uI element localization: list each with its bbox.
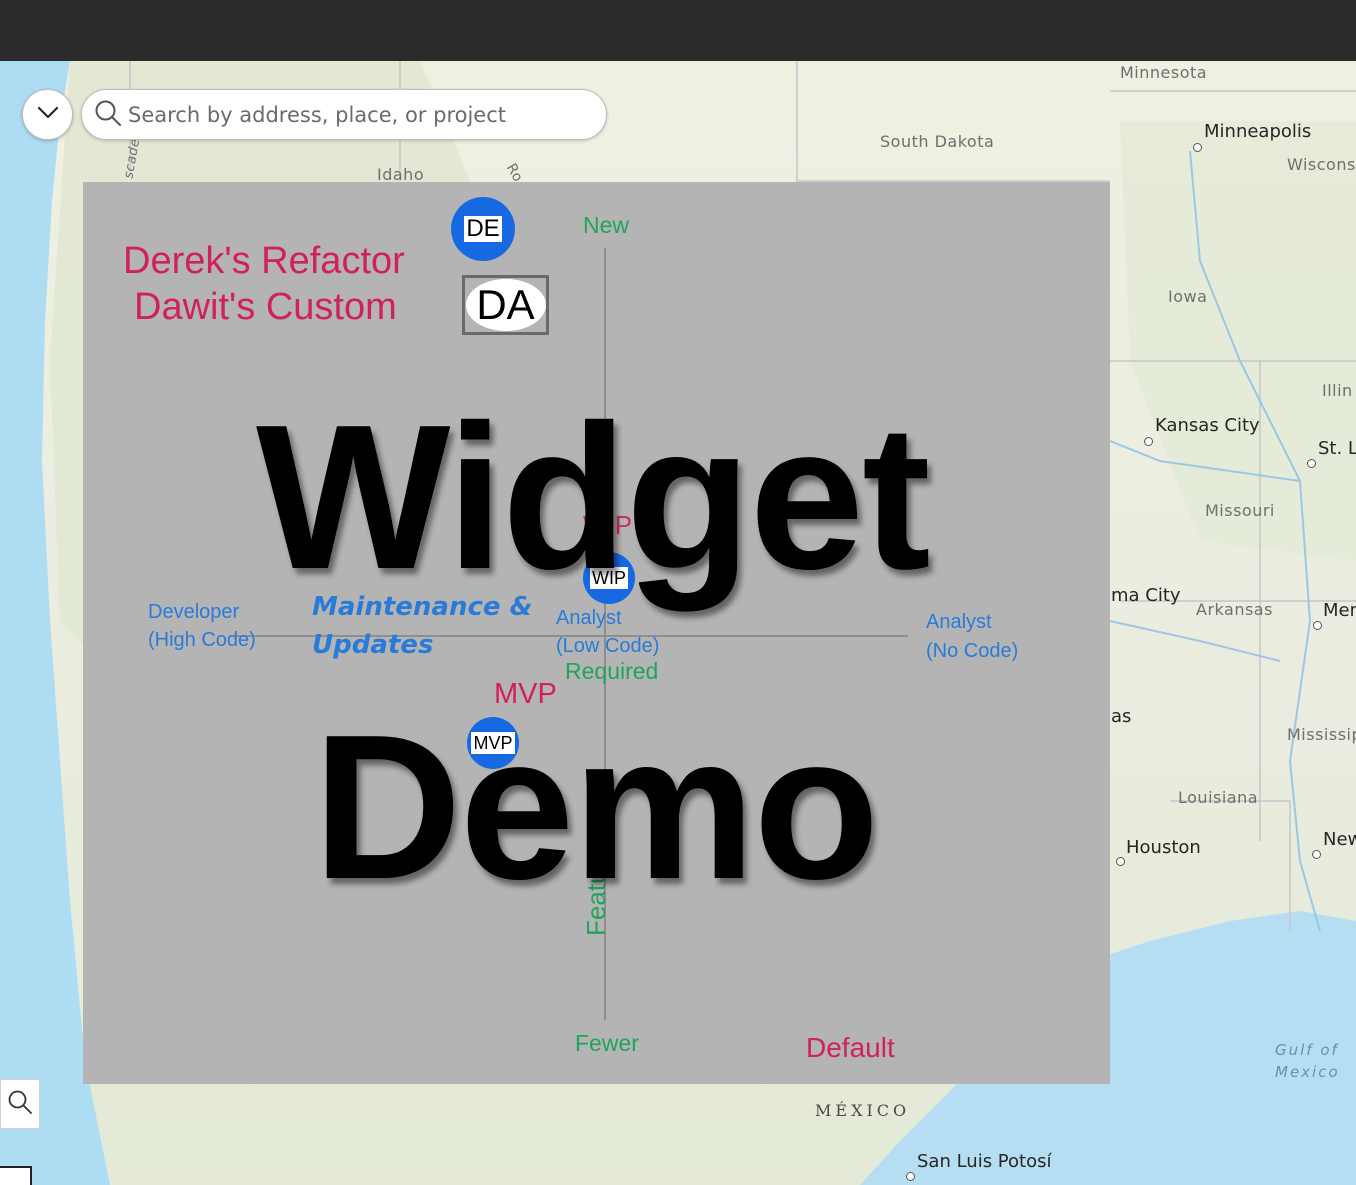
map-label-memphis: Mem (1323, 600, 1356, 621)
map-label-new-orleans: New (1323, 829, 1356, 850)
city-marker (1144, 437, 1153, 446)
map-label-iowa: Iowa (1168, 287, 1208, 306)
map-label-illinois: Illin (1322, 381, 1353, 400)
city-marker (1116, 857, 1125, 866)
map-label-mexico-water: Mexico (1275, 1063, 1340, 1081)
map-label-arkansas: Arkansas (1196, 600, 1273, 619)
map-label-south-dakota: South Dakota (880, 132, 995, 151)
map-label-houston: Houston (1126, 837, 1201, 858)
map-label-minnesota: Minnesota (1120, 63, 1208, 82)
updates-label: Updates (312, 630, 434, 660)
app-header-bar (0, 0, 1356, 61)
search-icon (7, 1089, 33, 1119)
map-label-mexico-country: MÉXICO (815, 1101, 911, 1120)
search-bar[interactable] (81, 89, 607, 140)
title-widget: Widget (256, 382, 931, 612)
map-label-oklahoma-city: ma City (1111, 585, 1181, 606)
map-search-tool-button[interactable] (0, 1079, 40, 1129)
axis-label-developer: Developer (148, 601, 240, 623)
map-label-missouri: Missouri (1205, 501, 1275, 520)
title-demo: Demo (313, 692, 879, 922)
axis-label-new: New (583, 212, 630, 238)
search-input[interactable] (128, 102, 598, 127)
axis-label-analyst-right: Analyst (926, 611, 992, 633)
map-label-san-luis-potosi: San Luis Potosí (917, 1151, 1052, 1172)
legend-line-dawit: Dawit's Custom (134, 286, 397, 328)
city-marker (1313, 621, 1322, 630)
widget-demo-overlay: Derek's Refactor Dawit's Custom DE DA Ne… (83, 182, 1110, 1084)
map-label-louisiana: Louisiana (1178, 788, 1259, 807)
badge-da[interactable]: DA (462, 275, 549, 335)
map-label-kansas-city: Kansas City (1155, 415, 1260, 436)
city-marker (1312, 850, 1321, 859)
legend-line-derek: Derek's Refactor (123, 240, 405, 282)
axis-label-fewer: Fewer (575, 1030, 639, 1056)
map-tool-frame[interactable] (0, 1166, 32, 1185)
axis-label-no-code: (No Code) (926, 640, 1019, 662)
badge-de-label: DE (464, 215, 502, 242)
axis-label-low-code: (Low Code) (556, 635, 660, 657)
axis-label-required: Required (565, 658, 659, 684)
city-marker (906, 1172, 915, 1181)
chevron-down-icon (37, 105, 59, 124)
collapse-button[interactable] (22, 89, 73, 140)
map-label-dallas: as (1111, 706, 1132, 727)
search-icon (94, 99, 122, 131)
default-label: Default (806, 1032, 895, 1063)
map-label-wisconsin: Wiscons (1287, 155, 1356, 174)
map-label-st-louis: St. Lo (1318, 438, 1356, 459)
map-label-minneapolis: Minneapolis (1204, 121, 1312, 142)
city-marker (1193, 143, 1202, 152)
map-label-gulf-of: Gulf of (1275, 1041, 1339, 1059)
axis-label-high-code: (High Code) (148, 629, 256, 651)
city-marker (1307, 459, 1316, 468)
badge-de[interactable]: DE (451, 197, 515, 261)
badge-da-label: DA (465, 279, 546, 331)
map-label-mississippi: Mississip (1287, 725, 1356, 744)
